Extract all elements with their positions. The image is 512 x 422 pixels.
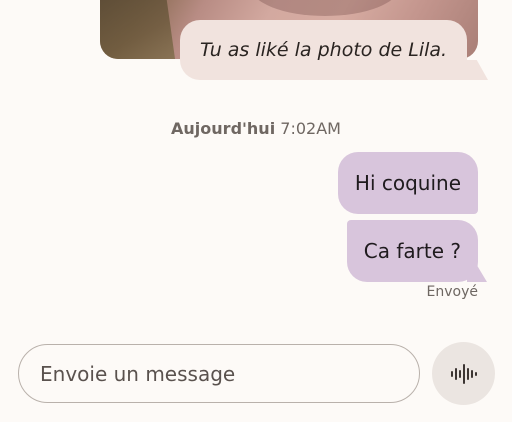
received-reply-text: Tu as liké la photo de Lila. (200, 39, 448, 61)
sent-message-text: Hi coquine (354, 171, 461, 195)
voice-message-button[interactable] (432, 342, 495, 405)
date-separator-day: Aujourd'hui (171, 119, 276, 138)
photo-shadow-region (250, 0, 400, 16)
message-input[interactable] (38, 360, 402, 387)
waveform-icon (450, 363, 477, 384)
date-separator: Aujourd'hui 7:02AM (0, 119, 512, 138)
sent-message-text: Ca farte ? (363, 239, 461, 263)
received-reply-bubble[interactable]: Tu as liké la photo de Lila. (180, 20, 468, 80)
delivery-status: Envoyé (426, 284, 478, 300)
photo-hair-region (100, 0, 178, 59)
sent-message-bubble[interactable]: Hi coquine (337, 152, 478, 214)
date-separator-time: 7:02AM (280, 119, 341, 138)
sent-message-bubble[interactable]: Ca farte ? (346, 220, 478, 282)
message-compose-box[interactable] (18, 344, 420, 403)
